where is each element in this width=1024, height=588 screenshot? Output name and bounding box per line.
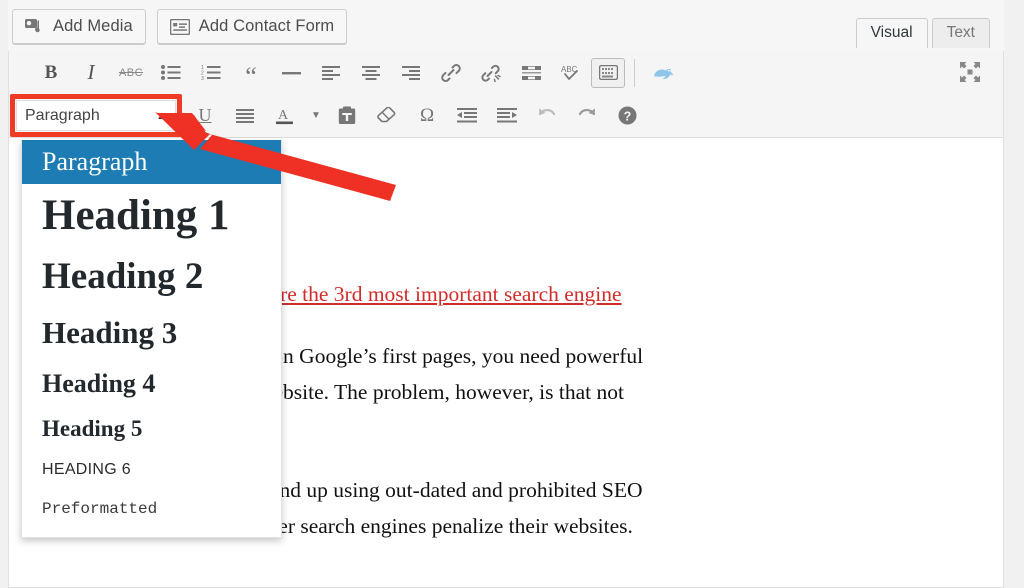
redo-icon[interactable] [567, 100, 607, 132]
chevron-down-icon[interactable]: ▼ [305, 100, 327, 132]
outdent-icon[interactable] [447, 100, 487, 132]
add-contact-form-label: Add Contact Form [199, 11, 335, 42]
italic-icon[interactable]: I [71, 57, 111, 89]
underline-icon[interactable]: U [185, 100, 225, 132]
svg-text:?: ? [623, 110, 631, 124]
tab-text[interactable]: Text [932, 18, 990, 48]
add-contact-form-button[interactable]: Add Contact Form [157, 9, 348, 44]
insert-link-icon[interactable] [431, 57, 471, 89]
dropdown-item-heading-3[interactable]: Heading 3 [22, 306, 281, 360]
bold-icon[interactable]: B [31, 57, 71, 89]
highlight-rectangle [10, 94, 182, 137]
bird-icon[interactable] [644, 57, 684, 89]
numbered-list-icon[interactable]: 1 2 3 [191, 57, 231, 89]
contact-form-icon [170, 19, 190, 35]
indent-icon[interactable] [487, 100, 527, 132]
keyboard-shortcuts-icon[interactable]: ? [607, 100, 647, 132]
add-media-button[interactable]: Add Media [12, 9, 146, 44]
dropdown-item-heading-6[interactable]: HEADING 6 [22, 451, 281, 489]
toolbar-row-1: B I ABC 1 2 3 [9, 51, 1003, 94]
format-dropdown-menu[interactable]: Paragraph Heading 1 Heading 2 Heading 3 … [21, 140, 282, 538]
undo-icon[interactable] [527, 100, 567, 132]
media-buttons-bar: Add Media Add Contact Form Visual Text [8, 0, 1004, 51]
clear-formatting-icon[interactable] [367, 100, 407, 132]
strikethrough-icon[interactable]: ABC [111, 57, 151, 89]
dropdown-item-preformatted[interactable]: Preformatted [22, 489, 281, 529]
justify-icon[interactable] [225, 100, 265, 132]
spellcheck-icon[interactable]: ABC [551, 57, 591, 89]
dropdown-item-heading-4[interactable]: Heading 4 [22, 360, 281, 407]
toolbar-toggle-icon[interactable] [591, 58, 625, 88]
dropdown-item-paragraph[interactable]: Paragraph [22, 140, 281, 184]
add-media-label: Add Media [53, 11, 133, 42]
tab-visual[interactable]: Visual [856, 18, 928, 48]
special-character-icon[interactable]: Ω [407, 100, 447, 132]
align-center-icon[interactable] [351, 57, 391, 89]
dropdown-item-heading-5[interactable]: Heading 5 [22, 407, 281, 451]
dropdown-item-heading-2[interactable]: Heading 2 [22, 246, 281, 306]
media-icon [25, 18, 44, 36]
toolbar-separator [634, 59, 635, 87]
wordpress-editor-screen: Add Media Add Contact Form Visual Text [0, 0, 1024, 588]
text-color-icon[interactable]: A [265, 100, 305, 132]
format-select-wrapper: Paragraph ▲ [10, 94, 182, 137]
svg-text:3: 3 [201, 76, 204, 80]
read-more-icon[interactable] [511, 57, 551, 89]
align-left-icon[interactable] [311, 57, 351, 89]
remove-link-icon[interactable] [471, 57, 511, 89]
editor-mode-tabs: Visual Text [852, 8, 990, 48]
bullet-list-icon[interactable] [151, 57, 191, 89]
dropdown-item-heading-1[interactable]: Heading 1 [22, 184, 281, 246]
paste-as-text-icon[interactable] [327, 100, 367, 132]
horizontal-rule-icon[interactable] [271, 57, 311, 89]
fullscreen-icon[interactable] [955, 57, 985, 87]
align-right-icon[interactable] [391, 57, 431, 89]
svg-text:A: A [278, 108, 289, 123]
blockquote-icon[interactable]: “ [231, 53, 271, 93]
